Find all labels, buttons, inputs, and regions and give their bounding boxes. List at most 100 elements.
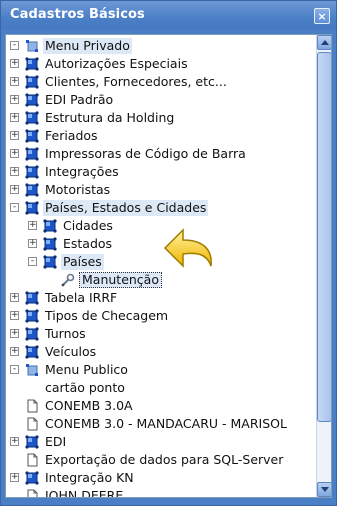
tree-item[interactable]: + Tipos de Checagem bbox=[6, 307, 316, 325]
tree-item-label[interactable]: Veículos bbox=[43, 344, 98, 360]
tree-item[interactable]: + EDI Padrão bbox=[6, 91, 316, 109]
expander-glyph: + bbox=[11, 166, 19, 176]
tree-item-label[interactable]: Menu Publico bbox=[43, 362, 130, 378]
tree-item[interactable]: JOHN DEERE bbox=[6, 487, 316, 497]
expand-icon[interactable]: + bbox=[10, 347, 19, 356]
tree-item[interactable]: + Veículos bbox=[6, 343, 316, 361]
tree-item[interactable]: + EDI bbox=[6, 433, 316, 451]
folder-icon bbox=[25, 327, 39, 341]
expand-icon[interactable]: + bbox=[10, 329, 19, 338]
expand-icon[interactable]: + bbox=[10, 131, 19, 140]
scroll-up-button[interactable] bbox=[317, 35, 331, 50]
expand-icon[interactable]: + bbox=[10, 185, 19, 194]
expand-icon[interactable]: + bbox=[10, 113, 19, 122]
folder-icon bbox=[25, 183, 39, 197]
tree-item[interactable]: - Países, Estados e Cidades bbox=[6, 199, 316, 217]
tree-item-label[interactable]: EDI Padrão bbox=[43, 92, 115, 108]
tree-item[interactable]: + Integrações bbox=[6, 163, 316, 181]
tree-item-label[interactable]: Manutenção bbox=[79, 272, 162, 288]
expander-glyph: + bbox=[11, 310, 19, 320]
tree-item[interactable]: + Turnos bbox=[6, 325, 316, 343]
document-icon bbox=[25, 399, 39, 413]
chevron-up-icon bbox=[320, 40, 329, 45]
tree-item[interactable]: + Tabela IRRF bbox=[6, 289, 316, 307]
expand-icon[interactable]: + bbox=[10, 95, 19, 104]
scroll-thumb[interactable] bbox=[317, 52, 331, 422]
tree-item-label[interactable]: Motoristas bbox=[43, 182, 112, 198]
tree-item-label[interactable]: cartão ponto bbox=[43, 380, 127, 396]
expand-icon[interactable]: + bbox=[10, 437, 19, 446]
expand-icon[interactable]: + bbox=[10, 167, 19, 176]
collapse-icon[interactable]: - bbox=[10, 203, 19, 212]
tree-item[interactable]: Exportação de dados para SQL-Server bbox=[6, 451, 316, 469]
tree-item-label[interactable]: CONEMB 3.0A bbox=[43, 398, 135, 414]
expander-glyph: + bbox=[11, 76, 19, 86]
folder-icon bbox=[43, 219, 57, 233]
wrench-icon bbox=[61, 273, 75, 287]
tree-item-label[interactable]: Clientes, Fornecedores, etc... bbox=[43, 74, 229, 90]
expander-glyph: + bbox=[29, 238, 37, 248]
tree-item[interactable]: + Motoristas bbox=[6, 181, 316, 199]
tree-item-label[interactable]: Estrutura da Holding bbox=[43, 110, 176, 126]
folder-icon bbox=[25, 165, 39, 179]
expand-icon[interactable]: + bbox=[10, 149, 19, 158]
tree-item-label[interactable]: Tabela IRRF bbox=[43, 290, 119, 306]
collapse-icon[interactable]: - bbox=[28, 257, 37, 266]
expander-glyph: + bbox=[11, 472, 19, 482]
tree-item-label[interactable]: Países bbox=[61, 254, 104, 270]
tree-item[interactable]: - Menu Privado bbox=[6, 37, 316, 55]
expand-icon[interactable]: + bbox=[10, 311, 19, 320]
title-bar[interactable]: Cadastros Básicos × bbox=[1, 1, 336, 30]
expand-icon[interactable]: + bbox=[10, 59, 19, 68]
tree-item[interactable]: + Autorizações Especiais bbox=[6, 55, 316, 73]
expander-glyph: + bbox=[11, 112, 19, 122]
tree-item[interactable]: CONEMB 3.0 - MANDACARU - MARISOL bbox=[6, 415, 316, 433]
folder-icon bbox=[25, 129, 39, 143]
tree-item[interactable]: cartão ponto bbox=[6, 379, 316, 397]
tree-item-label[interactable]: CONEMB 3.0 - MANDACARU - MARISOL bbox=[43, 416, 289, 432]
tree-item-label[interactable]: Integrações bbox=[43, 164, 121, 180]
expand-icon[interactable]: + bbox=[28, 239, 37, 248]
tree-item-label[interactable]: Cidades bbox=[61, 218, 115, 234]
tree-item-label[interactable]: Menu Privado bbox=[43, 38, 132, 54]
tree-item-label[interactable]: Autorizações Especiais bbox=[43, 56, 190, 72]
tree-item-label[interactable]: Impressoras de Código de Barra bbox=[43, 146, 248, 162]
expander-glyph: + bbox=[11, 184, 19, 194]
tree-item-label[interactable]: Exportação de dados para SQL-Server bbox=[43, 452, 285, 468]
tree-item-label[interactable]: JOHN DEERE bbox=[43, 488, 125, 497]
expand-icon[interactable]: + bbox=[10, 77, 19, 86]
expand-icon[interactable]: + bbox=[28, 221, 37, 230]
node-menu-icon bbox=[25, 363, 39, 377]
folder-icon bbox=[25, 111, 39, 125]
tree-item[interactable]: + Estrutura da Holding bbox=[6, 109, 316, 127]
scroll-down-button[interactable] bbox=[317, 482, 331, 497]
curved-arrow-pointer-icon bbox=[163, 228, 212, 268]
tree-item[interactable]: - Menu Publico bbox=[6, 361, 316, 379]
document-icon bbox=[25, 453, 39, 467]
expander-glyph: + bbox=[11, 130, 19, 140]
close-button[interactable]: × bbox=[314, 8, 330, 24]
cadastros-window: Cadastros Básicos × - Menu Privado + Autori… bbox=[0, 0, 337, 506]
tree-item[interactable]: CONEMB 3.0A bbox=[6, 397, 316, 415]
tree-item-label[interactable]: Estados bbox=[61, 236, 114, 252]
tree-item-label[interactable]: Turnos bbox=[43, 326, 88, 342]
folder-icon bbox=[25, 435, 39, 449]
tree-item-label[interactable]: Tipos de Checagem bbox=[43, 308, 170, 324]
tree-item-label[interactable]: Integração KN bbox=[43, 470, 136, 486]
expander-glyph: + bbox=[11, 148, 19, 158]
folder-icon bbox=[43, 255, 57, 269]
expand-icon[interactable]: + bbox=[10, 473, 19, 482]
tree-item[interactable]: + Feriados bbox=[6, 127, 316, 145]
expand-icon[interactable]: + bbox=[10, 293, 19, 302]
tree-item-label[interactable]: Países, Estados e Cidades bbox=[43, 200, 209, 216]
window-title: Cadastros Básicos bbox=[10, 7, 145, 22]
tree-item[interactable]: + Impressoras de Código de Barra bbox=[6, 145, 316, 163]
tree-item-label[interactable]: EDI bbox=[43, 434, 68, 450]
collapse-icon[interactable]: - bbox=[10, 41, 19, 50]
expander-glyph: + bbox=[11, 436, 19, 446]
collapse-icon[interactable]: - bbox=[10, 365, 19, 374]
tree-item[interactable]: + Integração KN bbox=[6, 469, 316, 487]
vertical-scrollbar[interactable] bbox=[316, 35, 331, 497]
tree-item-label[interactable]: Feriados bbox=[43, 128, 100, 144]
tree-item[interactable]: + Clientes, Fornecedores, etc... bbox=[6, 73, 316, 91]
